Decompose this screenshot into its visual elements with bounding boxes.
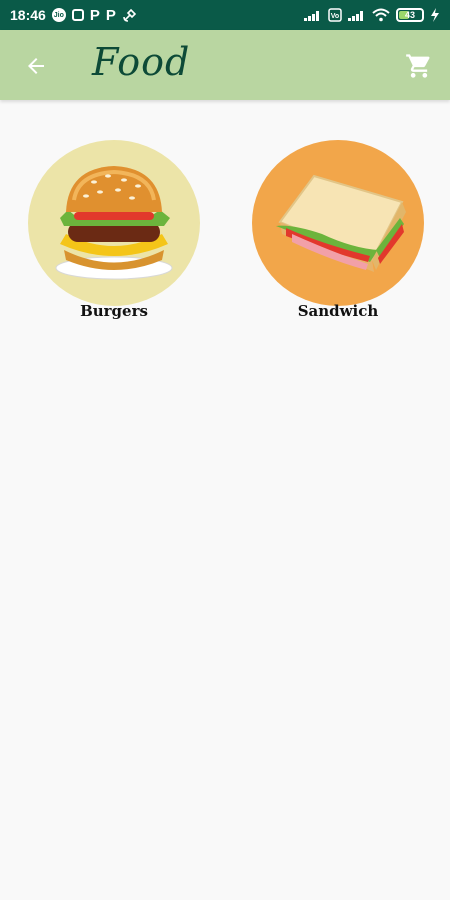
- charging-icon: [430, 8, 440, 22]
- instagram-icon: [71, 9, 84, 21]
- burger-image: [28, 140, 200, 306]
- paytm-icon-2: P: [105, 6, 116, 24]
- category-label: Sandwich: [297, 302, 379, 320]
- wifi-icon: [372, 8, 390, 22]
- status-right: Vo 43: [304, 8, 440, 22]
- status-time: 18:46: [10, 7, 46, 23]
- svg-text:Vo: Vo: [331, 13, 339, 20]
- notification-app-icon: Jio: [51, 8, 66, 22]
- category-label: Burgers: [80, 302, 148, 320]
- category-item-burgers[interactable]: Burgers: [26, 140, 202, 326]
- page-title: Food: [92, 40, 191, 84]
- category-item-sandwich[interactable]: Sandwich: [250, 140, 426, 326]
- status-left: 18:46 Jio P P: [10, 7, 138, 24]
- signal-icon-2: [348, 9, 366, 21]
- back-button[interactable]: [20, 50, 52, 82]
- paytm-icon: P: [89, 6, 100, 24]
- arrow-back-icon: [28, 58, 44, 74]
- satellite-icon: [122, 7, 138, 23]
- sandwich-image: [252, 140, 424, 306]
- shopping-cart-icon: [406, 54, 430, 78]
- signal-icon: [304, 9, 322, 21]
- cart-button[interactable]: [402, 50, 436, 82]
- battery-percent: 43: [404, 10, 415, 20]
- battery-icon: 43: [396, 8, 424, 22]
- status-bar: 18:46 Jio P P Vo 43: [0, 0, 450, 30]
- volte-icon: Vo: [328, 8, 342, 22]
- app-bar: Food: [0, 30, 450, 100]
